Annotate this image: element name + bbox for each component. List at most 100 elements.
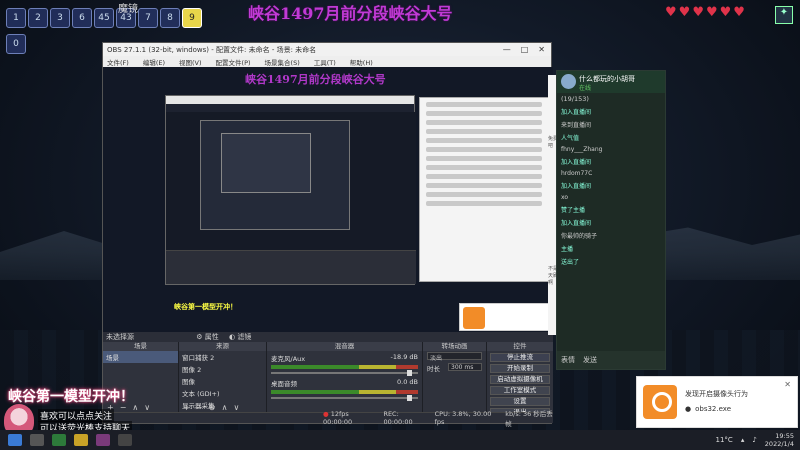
scenes-header: 场景 <box>103 342 178 351</box>
close-icon[interactable]: ✕ <box>538 45 545 54</box>
clock[interactable]: 19:55 2022/1/4 <box>765 432 794 448</box>
minimize-icon[interactable]: — <box>503 45 511 54</box>
maximize-icon[interactable]: □ <box>521 45 529 54</box>
properties-button[interactable]: ⚙ 属性 <box>196 333 219 341</box>
down-icon[interactable]: ∨ <box>144 403 150 412</box>
close-icon[interactable]: ✕ <box>784 380 791 389</box>
filters-button[interactable]: ◐ 滤镜 <box>229 333 251 341</box>
game-item-title: 魔镜 <box>118 4 138 15</box>
virtual-camera-button[interactable]: 启动虚拟摄像机 <box>490 375 550 384</box>
chat-message: 加入直播间 <box>561 159 592 166</box>
start-recording-button[interactable]: 开始录制 <box>490 364 550 373</box>
hotbar-slot-selected[interactable]: 9 <box>182 8 202 28</box>
cpu-status: CPU: 3.8%, 30.00 fps <box>434 410 492 426</box>
heart-icon: ♥ <box>705 5 718 20</box>
app-icon[interactable] <box>52 434 66 446</box>
menu-help[interactable]: 帮助(H) <box>350 57 373 67</box>
live-status: ● 12fps 00:00:00 <box>323 410 373 426</box>
source-item[interactable]: 图像 <box>179 375 266 387</box>
chat-message: xo <box>561 194 569 201</box>
obs-titlebar: OBS 27.1.1 (32-bit, windows) - 配置文件: 未命名… <box>103 43 551 56</box>
chat-message: 人气值 <box>561 135 580 142</box>
bitrate-status: kb/s: 36 秒后丢帧 <box>505 410 553 428</box>
mixer-dock: 混音器 麦克风/Aux -18.9 dB 桌面音频 0.0 dB <box>267 342 423 414</box>
hotbar-slot[interactable]: 6 <box>72 8 92 28</box>
filters-label: 滤镜 <box>237 333 252 341</box>
source-item[interactable]: 窗口捕获 2 <box>179 351 266 363</box>
chat-message: fhny___Zhang <box>561 146 603 153</box>
clock-date: 2022/1/4 <box>764 440 794 448</box>
preview-notification-capture <box>459 303 551 331</box>
hotbar-slot[interactable]: 45 <box>94 8 114 28</box>
duration-row: 时长 300 ms <box>423 361 486 375</box>
mixer-header: 混音器 <box>267 342 422 351</box>
menu-profile[interactable]: 配置文件(P) <box>216 57 251 67</box>
network-icon[interactable]: ▴ <box>741 436 745 444</box>
scene-item[interactable]: 场景 <box>103 351 178 363</box>
hotbar-slot[interactable]: 2 <box>28 8 48 28</box>
hotbar-extra-slot[interactable]: 0 <box>6 34 26 54</box>
app-icon[interactable] <box>96 434 110 446</box>
obs-icon[interactable] <box>118 434 132 446</box>
emoji-button[interactable]: 表情 <box>561 355 575 365</box>
no-source-label: 未选择源 <box>106 333 134 341</box>
send-button[interactable]: 发送 <box>583 355 597 365</box>
settings-button[interactable]: 设置 <box>490 397 550 406</box>
folder-icon[interactable] <box>74 434 88 446</box>
live-dot-icon: ● <box>323 410 329 418</box>
studio-mode-button[interactable]: 工作室模式 <box>490 386 550 395</box>
channel-name: 桌面音频 <box>271 380 297 388</box>
nested-titlebar <box>166 96 414 104</box>
menu-tools[interactable]: 工具(T) <box>314 57 336 67</box>
volume-slider[interactable] <box>271 395 418 401</box>
sources-header: 来源 <box>179 342 266 351</box>
chat-message: 赞了主播 <box>561 207 586 214</box>
chat-message: 送出了 <box>561 259 580 266</box>
remove-icon[interactable]: − <box>196 403 203 412</box>
stream-banner: 峡谷第一模型开冲！ <box>8 389 134 405</box>
nested-preview: 峡谷第一模型开冲！ <box>166 112 416 311</box>
stream-headline: 峡谷1497月前分段峡谷大号 <box>248 4 453 23</box>
hotbar-slot[interactable]: 3 <box>50 8 70 28</box>
gear-icon[interactable]: ⚙ <box>208 403 215 412</box>
stop-streaming-button[interactable]: 停止推流 <box>490 353 550 362</box>
notification-app: obs32.exe <box>685 405 731 413</box>
start-icon[interactable] <box>8 434 22 446</box>
up-icon[interactable]: ∧ <box>222 403 228 412</box>
volume-icon[interactable]: ♪ <box>752 436 756 444</box>
duration-label: 时长 <box>427 365 440 373</box>
menu-scene-collection[interactable]: 场景集合(S) <box>265 57 300 67</box>
mixer-channel-desktop: 桌面音频 0.0 dB <box>267 376 422 401</box>
chat-message: 你最帅的骑子 <box>561 233 598 240</box>
hotbar-slot[interactable]: 7 <box>138 8 158 28</box>
volume-meter <box>271 365 418 369</box>
life-hearts: ♥ ♥ ♥ ♥ ♥ ♥ <box>665 6 745 19</box>
down-icon[interactable]: ∨ <box>233 403 239 412</box>
hotbar-slot[interactable]: 1 <box>6 8 26 28</box>
volume-slider[interactable] <box>271 370 418 376</box>
source-item[interactable]: 文本 (GDI+) <box>179 387 266 399</box>
search-icon[interactable] <box>30 434 44 446</box>
inventory-icon[interactable]: ✦ <box>775 6 793 24</box>
menu-view[interactable]: 视图(V) <box>179 57 202 67</box>
source-item[interactable]: 图像 2 <box>179 363 266 375</box>
menu-file[interactable]: 文件(F) <box>107 57 129 67</box>
transitions-dock: 转场动画 淡出 时长 300 ms <box>423 342 487 414</box>
viewer-count: (19/153) <box>561 95 589 103</box>
controls-header: 控件 <box>487 342 553 351</box>
menu-edit[interactable]: 编辑(E) <box>143 57 165 67</box>
avatar[interactable] <box>561 74 576 89</box>
obs-preview[interactable]: 峡谷1497月前分段峡谷大号 峡谷第一模型开冲！ <box>103 67 553 332</box>
nested-banner: 峡谷第一模型开冲！ <box>174 303 237 311</box>
hotbar-slot[interactable]: 8 <box>160 8 180 28</box>
notification-title: 发现开启摄像头行为 <box>685 390 748 398</box>
camera-notification[interactable]: 发现开启摄像头行为 obs32.exe ✕ <box>636 376 798 428</box>
properties-label: 属性 <box>204 333 219 341</box>
obs-menubar: 文件(F) 编辑(E) 视图(V) 配置文件(P) 场景集合(S) 工具(T) … <box>103 56 551 67</box>
duration-input[interactable]: 300 ms <box>448 363 482 371</box>
obs-window: OBS 27.1.1 (32-bit, windows) - 配置文件: 未命名… <box>102 42 553 428</box>
transition-select[interactable]: 淡出 <box>427 352 482 362</box>
mixer-channel-mic: 麦克风/Aux -18.9 dB <box>267 351 422 376</box>
add-icon[interactable]: + <box>183 403 190 412</box>
channel-db: -18.9 dB <box>390 353 418 361</box>
